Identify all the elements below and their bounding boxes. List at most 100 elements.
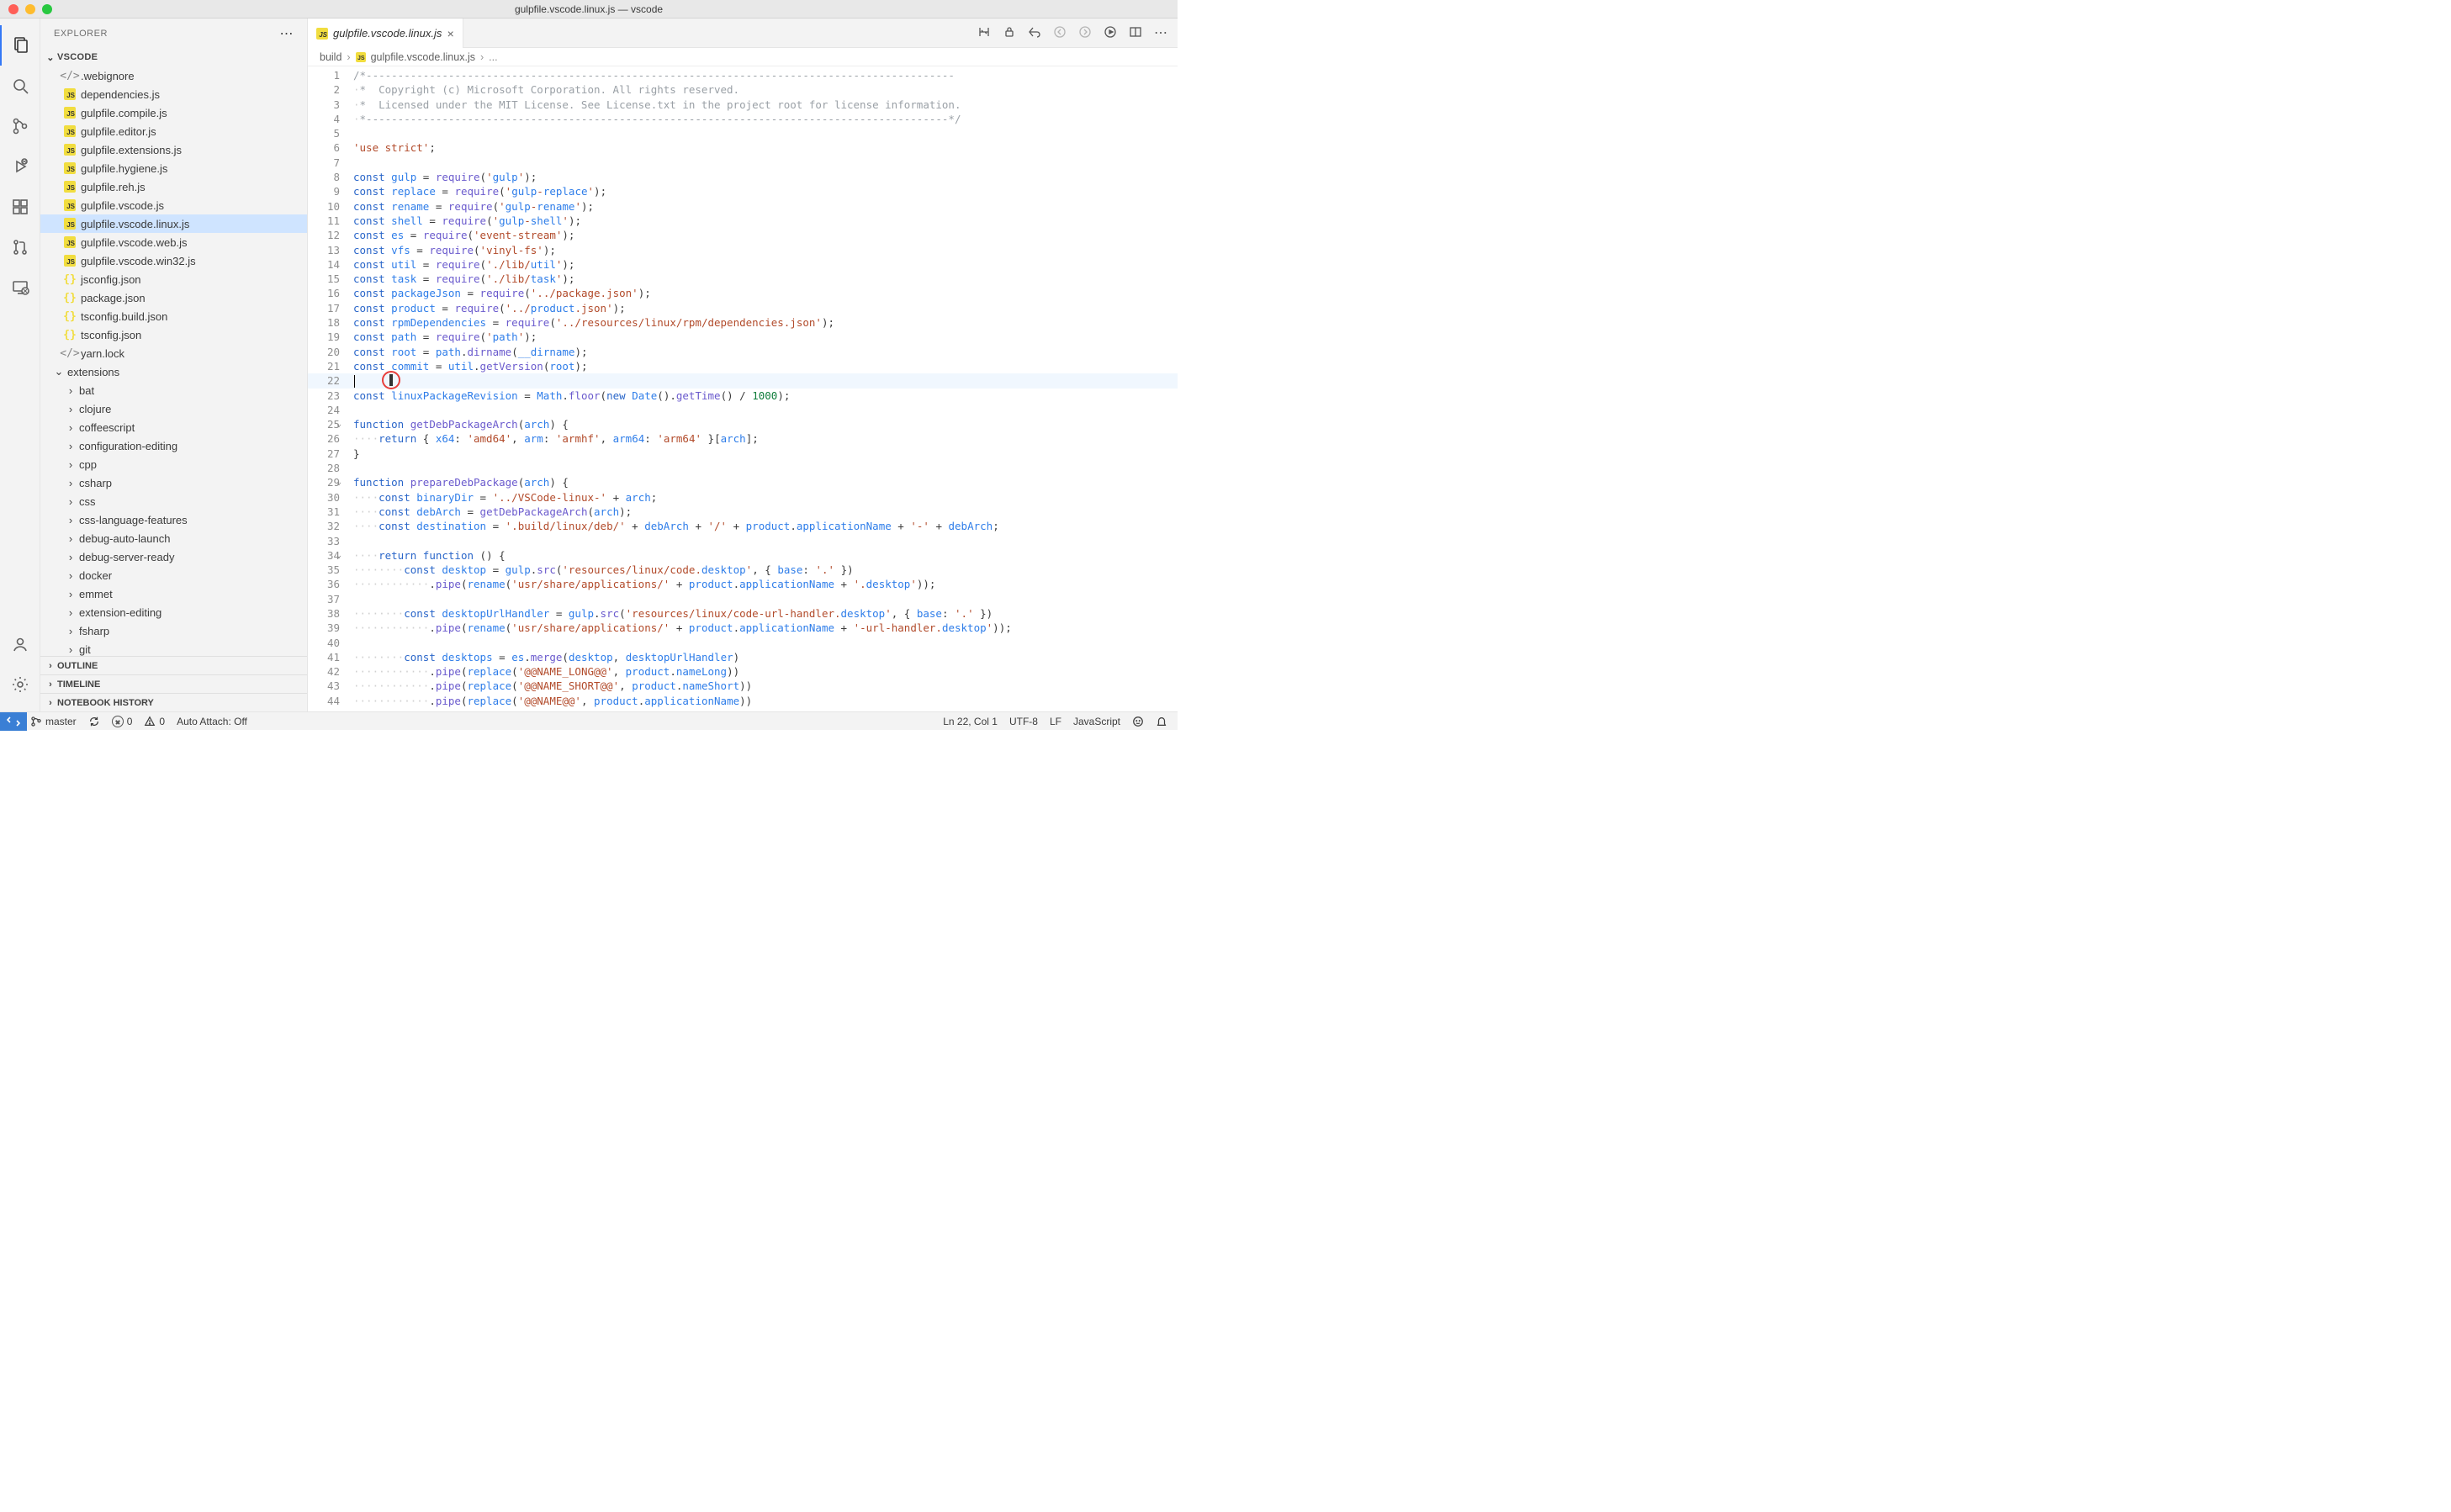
chevron-right-icon: ›: [64, 403, 77, 415]
folder-label: css: [79, 495, 96, 508]
run-icon[interactable]: [1104, 25, 1117, 41]
warning-icon: [144, 716, 156, 727]
remote-indicator[interactable]: [0, 712, 27, 731]
file-item[interactable]: JSgulpfile.vscode.js: [40, 196, 307, 214]
folder-label: git: [79, 643, 91, 656]
explorer-icon[interactable]: [0, 25, 40, 66]
chevron-right-icon: ›: [64, 532, 77, 545]
folder-label: emmet: [79, 588, 113, 600]
folder-item[interactable]: ›clojure: [40, 399, 307, 418]
folder-item[interactable]: ›extension-editing: [40, 603, 307, 621]
close-tab-icon[interactable]: ×: [447, 27, 453, 40]
compare-changes-icon[interactable]: [977, 25, 991, 41]
git-branch-status[interactable]: master: [30, 716, 77, 727]
folder-item[interactable]: ›coffeescript: [40, 418, 307, 436]
chevron-right-icon: ›: [64, 440, 77, 452]
file-tree[interactable]: </>.webignoreJSdependencies.jsJSgulpfile…: [40, 66, 307, 656]
folder-extensions[interactable]: ⌄ extensions: [40, 362, 307, 381]
cursor-position[interactable]: Ln 22, Col 1: [943, 716, 998, 727]
file-item[interactable]: JSdependencies.js: [40, 85, 307, 103]
maximize-window-button[interactable]: [42, 4, 52, 14]
folder-item[interactable]: ›git: [40, 640, 307, 656]
file-item[interactable]: {}jsconfig.json: [40, 270, 307, 288]
lock-icon[interactable]: [1003, 25, 1016, 41]
errors-status[interactable]: 0: [112, 716, 133, 727]
folder-item[interactable]: ›cpp: [40, 455, 307, 473]
folder-label: bat: [79, 384, 94, 397]
panel-label: TIMELINE: [57, 679, 100, 690]
go-next-icon[interactable]: [1078, 25, 1092, 41]
file-item[interactable]: JSgulpfile.reh.js: [40, 177, 307, 196]
file-item[interactable]: </>.webignore: [40, 66, 307, 85]
fold-gutter[interactable]: ⌄⌄⌄: [333, 66, 345, 711]
breadcrumb-folder[interactable]: build: [320, 51, 341, 63]
js-file-icon: JS: [62, 255, 77, 267]
debug-icon[interactable]: [0, 146, 40, 187]
settings-gear-icon[interactable]: [0, 664, 40, 705]
sync-status[interactable]: [88, 716, 100, 727]
folder-label: css-language-features: [79, 514, 188, 526]
folder-item[interactable]: ›bat: [40, 381, 307, 399]
file-item[interactable]: JSgulpfile.compile.js: [40, 103, 307, 122]
folder-item[interactable]: ›debug-server-ready: [40, 547, 307, 566]
folder-item[interactable]: ›css: [40, 492, 307, 510]
eol-status[interactable]: LF: [1050, 716, 1061, 727]
file-label: gulpfile.extensions.js: [81, 144, 182, 156]
file-item[interactable]: JSgulpfile.vscode.linux.js: [40, 214, 307, 233]
outline-panel-header[interactable]: › OUTLINE: [40, 656, 307, 674]
file-item[interactable]: {}tsconfig.build.json: [40, 307, 307, 325]
chevron-right-icon: ›: [347, 51, 350, 63]
remote-explorer-icon[interactable]: [0, 267, 40, 308]
folder-item[interactable]: ›debug-auto-launch: [40, 529, 307, 547]
notebook-history-panel-header[interactable]: › NOTEBOOK HISTORY: [40, 693, 307, 711]
language-mode[interactable]: JavaScript: [1073, 716, 1120, 727]
breadcrumb[interactable]: build › JS gulpfile.vscode.linux.js › ..…: [308, 48, 1178, 66]
folder-item[interactable]: ›fsharp: [40, 621, 307, 640]
file-label: package.json: [81, 292, 146, 304]
auto-attach-label: Auto Attach: Off: [177, 716, 247, 727]
go-prev-icon[interactable]: [1053, 25, 1067, 41]
go-back-icon[interactable]: [1028, 25, 1041, 41]
chevron-right-icon: ›: [64, 477, 77, 489]
auto-attach-status[interactable]: Auto Attach: Off: [177, 716, 247, 727]
js-file-icon: JS: [62, 162, 77, 174]
code-editor[interactable]: 1234567891011121314151617181920212223242…: [308, 66, 1178, 711]
file-item[interactable]: JSgulpfile.vscode.web.js: [40, 233, 307, 251]
folder-label: debug-server-ready: [79, 551, 174, 563]
split-editor-icon[interactable]: [1129, 25, 1142, 41]
folder-item[interactable]: ›configuration-editing: [40, 436, 307, 455]
file-item[interactable]: {}package.json: [40, 288, 307, 307]
extensions-icon[interactable]: [0, 187, 40, 227]
folder-item[interactable]: ›csharp: [40, 473, 307, 492]
file-item[interactable]: </>yarn.lock: [40, 344, 307, 362]
minimize-window-button[interactable]: [25, 4, 35, 14]
folder-item[interactable]: ›css-language-features: [40, 510, 307, 529]
folder-label: configuration-editing: [79, 440, 177, 452]
folder-label: extension-editing: [79, 606, 161, 619]
file-item[interactable]: JSgulpfile.hygiene.js: [40, 159, 307, 177]
search-icon[interactable]: [0, 66, 40, 106]
account-icon[interactable]: [0, 624, 40, 664]
warnings-status[interactable]: 0: [144, 716, 165, 727]
editor-tab[interactable]: JS gulpfile.vscode.linux.js ×: [308, 19, 463, 48]
folder-item[interactable]: ›emmet: [40, 584, 307, 603]
sidebar-title: EXPLORER: [54, 29, 108, 39]
feedback-icon[interactable]: [1132, 716, 1144, 727]
source-control-icon[interactable]: [0, 106, 40, 146]
timeline-panel-header[interactable]: › TIMELINE: [40, 674, 307, 693]
sidebar-more-icon[interactable]: ⋯: [280, 25, 294, 42]
file-item[interactable]: JSgulpfile.editor.js: [40, 122, 307, 140]
breadcrumb-ellipsis[interactable]: ...: [489, 51, 497, 63]
file-item[interactable]: JSgulpfile.vscode.win32.js: [40, 251, 307, 270]
pull-requests-icon[interactable]: [0, 227, 40, 267]
file-label: gulpfile.vscode.js: [81, 199, 164, 212]
more-actions-icon[interactable]: ⋯: [1154, 24, 1167, 41]
file-item[interactable]: {}tsconfig.json: [40, 325, 307, 344]
encoding-status[interactable]: UTF-8: [1009, 716, 1038, 727]
file-item[interactable]: JSgulpfile.extensions.js: [40, 140, 307, 159]
folder-item[interactable]: ›docker: [40, 566, 307, 584]
close-window-button[interactable]: [8, 4, 19, 14]
workspace-section-header[interactable]: ⌄ VSCODE: [40, 48, 307, 66]
breadcrumb-file[interactable]: gulpfile.vscode.linux.js: [371, 51, 475, 63]
notifications-icon[interactable]: [1156, 716, 1167, 727]
